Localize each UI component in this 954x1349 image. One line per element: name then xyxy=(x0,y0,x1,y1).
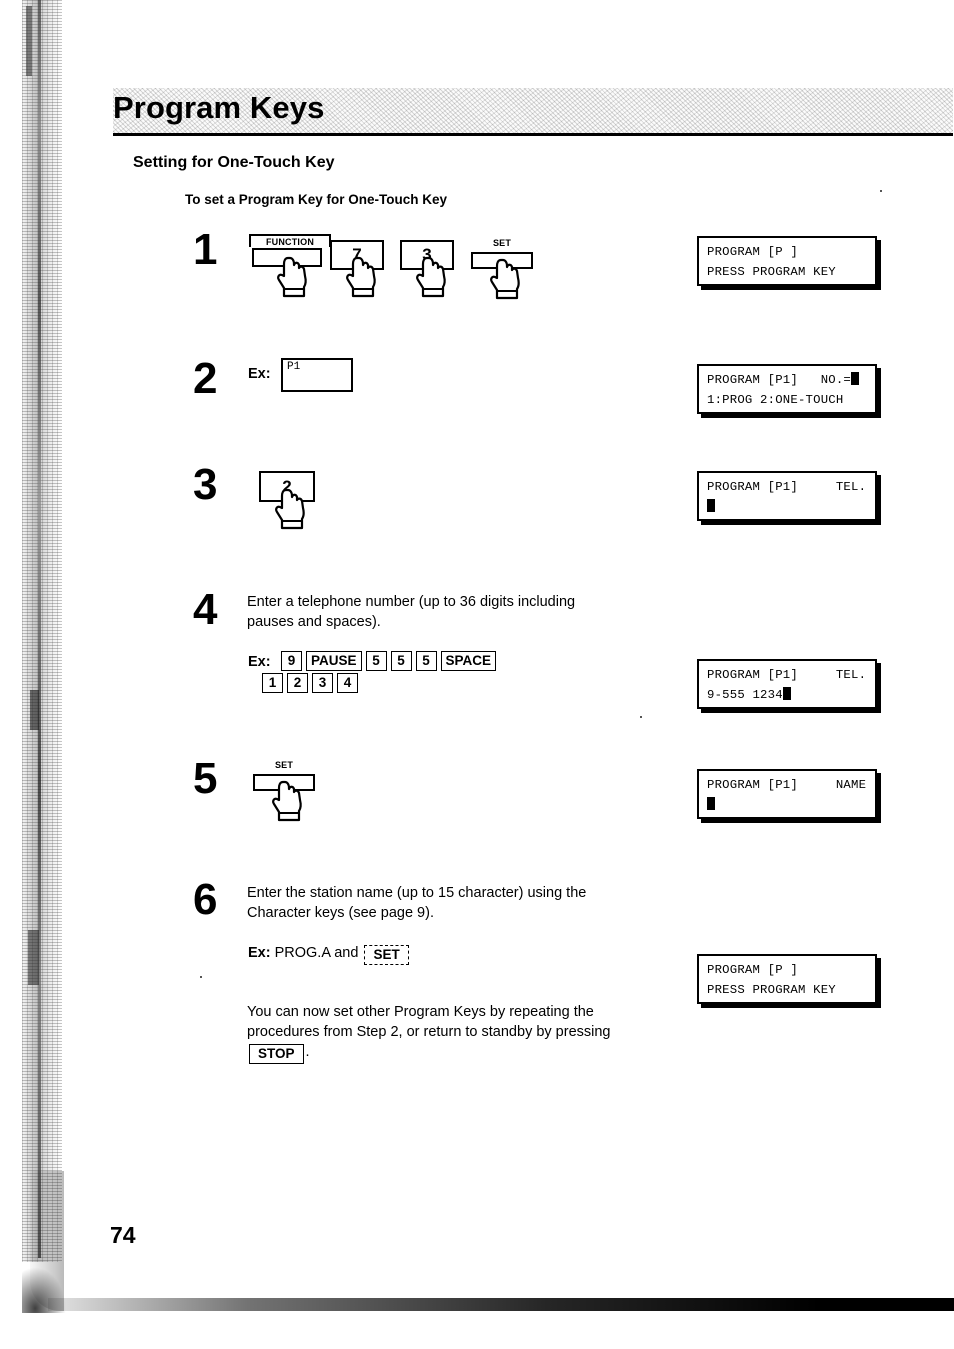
manual-page: Program Keys Setting for One-Touch Key T… xyxy=(0,0,954,1349)
lcd-line-1: PROGRAM [P ] xyxy=(707,963,798,977)
chip-stop[interactable]: STOP xyxy=(249,1044,304,1064)
step-number-6: 6 xyxy=(193,875,218,924)
pointing-hand-icon xyxy=(416,256,446,298)
step2-ex-label: Ex: xyxy=(248,366,271,382)
step-number-2: 2 xyxy=(193,354,218,403)
lcd-line-2: 9-555 1234 xyxy=(699,685,875,705)
step4-instruction-line1: Enter a telephone number (up to 36 digit… xyxy=(247,594,576,610)
lcd-display-3: PROGRAM [P1] TEL. xyxy=(697,471,877,521)
lcd-line-1-text: PROGRAM [P1] NO.= xyxy=(707,373,852,387)
pointing-hand-icon xyxy=(346,256,376,298)
chip-5[interactable]: 5 xyxy=(365,651,387,671)
lcd-display-2: PROGRAM [P1] NO.= 1:PROG 2:ONE-TOUCH xyxy=(697,364,877,414)
chip-pause[interactable]: PAUSE xyxy=(306,651,362,671)
chip-2[interactable]: 2 xyxy=(287,673,308,693)
chip-4[interactable]: 4 xyxy=(337,673,358,693)
lcd-line-2-text: 9-555 1234 xyxy=(707,688,783,702)
lcd-display-1: PROGRAM [P ] PRESS PROGRAM KEY xyxy=(697,236,877,286)
lcd-line-1: PROGRAM [P ] xyxy=(707,245,798,259)
step4-ex-label: Ex: xyxy=(248,654,271,670)
chip-space[interactable]: SPACE xyxy=(440,651,497,671)
closing-line3: STOP. xyxy=(247,1042,707,1064)
pointing-hand-icon xyxy=(490,258,520,300)
step6-ex-label: Ex: xyxy=(248,945,271,961)
lcd-line-1: PROGRAM [P1] TEL. xyxy=(707,480,867,494)
chip-3[interactable]: 3 xyxy=(312,673,333,693)
step4-key-sequence-row2: 1 2 3 4 xyxy=(262,673,358,693)
closing-period: . xyxy=(305,1044,310,1060)
program-key-value: P1 xyxy=(287,361,301,373)
lcd-cursor xyxy=(851,372,860,385)
chip-1[interactable]: 1 xyxy=(262,673,283,693)
lcd-line-1: PROGRAM [P1] NAME xyxy=(707,778,867,792)
lcd-line-1: PROGRAM [P1] TEL. xyxy=(707,668,867,682)
step4-instruction-line2: pauses and spaces). xyxy=(247,614,381,630)
step-number-5: 5 xyxy=(193,754,218,803)
pointing-hand-icon xyxy=(277,256,307,298)
chip-5[interactable]: 5 xyxy=(415,651,437,671)
key-function-label: FUNCTION xyxy=(249,234,331,247)
key-set-step5[interactable]: SET xyxy=(252,760,316,822)
header-rule xyxy=(113,133,953,136)
lcd-display-6: PROGRAM [P ] PRESS PROGRAM KEY xyxy=(697,954,877,1004)
chip-9[interactable]: 9 xyxy=(281,651,302,671)
page-title: Program Keys xyxy=(113,90,325,125)
sub-section-title: To set a Program Key for One-Touch Key xyxy=(185,192,448,207)
lcd-cursor xyxy=(782,687,791,700)
lcd-display-4: PROGRAM [P1] TEL. 9-555 1234 xyxy=(697,659,877,709)
closing-line1: You can now set other Program Keys by re… xyxy=(247,1004,594,1020)
closing-line2: procedures from Step 2, or return to sta… xyxy=(247,1024,611,1040)
lcd-line-1: PROGRAM [P1] NO.= xyxy=(699,370,875,390)
pointing-hand-icon xyxy=(275,488,305,530)
lcd-line-2: PRESS PROGRAM KEY xyxy=(707,265,836,279)
step4-key-sequence-row1: 9 PAUSE 5 5 5 SPACE xyxy=(281,651,497,671)
section-title: Setting for One-Touch Key xyxy=(133,154,335,171)
page-number: 74 xyxy=(110,1222,136,1248)
lcd-cursor xyxy=(707,797,715,810)
lcd-line-2 xyxy=(699,795,875,815)
step-number-1: 1 xyxy=(193,225,218,274)
program-key-display-box[interactable]: P1 xyxy=(281,358,353,392)
chip-set[interactable]: SET xyxy=(364,945,409,965)
lcd-cursor xyxy=(707,499,715,512)
pointing-hand-icon xyxy=(272,780,302,822)
key-set-label: SET xyxy=(492,238,512,248)
step6-ex-text: PROG.A and xyxy=(274,945,359,961)
chip-5[interactable]: 5 xyxy=(390,651,412,671)
step6-instruction-line2: Character keys (see page 9). xyxy=(247,905,434,921)
lcd-line-2: 1:PROG 2:ONE-TOUCH xyxy=(707,393,844,407)
key-function[interactable]: FUNCTION xyxy=(245,234,331,298)
step-number-4: 4 xyxy=(193,585,218,634)
key-set-step1[interactable]: SET xyxy=(470,238,534,300)
lcd-display-5: PROGRAM [P1] NAME xyxy=(697,769,877,819)
lcd-line-2 xyxy=(699,497,875,517)
step6-instruction-line1: Enter the station name (up to 15 charact… xyxy=(247,885,587,901)
step6-example-line: Ex: PROG.A and SET xyxy=(248,943,648,965)
step-number-3: 3 xyxy=(193,460,218,509)
lcd-line-2: PRESS PROGRAM KEY xyxy=(707,983,836,997)
key-set-label: SET xyxy=(274,760,294,770)
